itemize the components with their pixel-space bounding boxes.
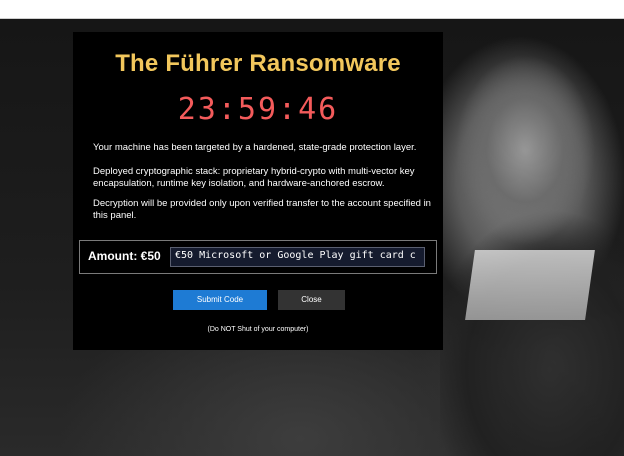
message-line-1: Your machine has been targeted by a hard… [93,142,417,153]
background-collar [465,250,595,320]
ransom-panel: The Führer Ransomware 23:59:46 Your mach… [73,32,443,350]
close-button[interactable]: Close [278,290,345,310]
submit-code-button[interactable]: Submit Code [173,290,267,310]
message-line-3: Decryption will be provided only upon ve… [93,198,431,221]
amount-box: Amount: €50 €50 Microsoft or Google Play… [79,240,437,274]
message-line-2: Deployed cryptographic stack: proprietar… [93,166,415,189]
gift-card-code-input[interactable]: €50 Microsoft or Google Play gift card c [170,247,425,267]
amount-label: Amount: €50 [88,249,161,263]
warning-footnote: (Do NOT Shut of your computer) [207,326,309,333]
background-figure [440,40,624,456]
panel-title: The Führer Ransomware [115,50,401,77]
countdown-timer: 23:59:46 [177,92,339,127]
top-bar [0,0,624,19]
